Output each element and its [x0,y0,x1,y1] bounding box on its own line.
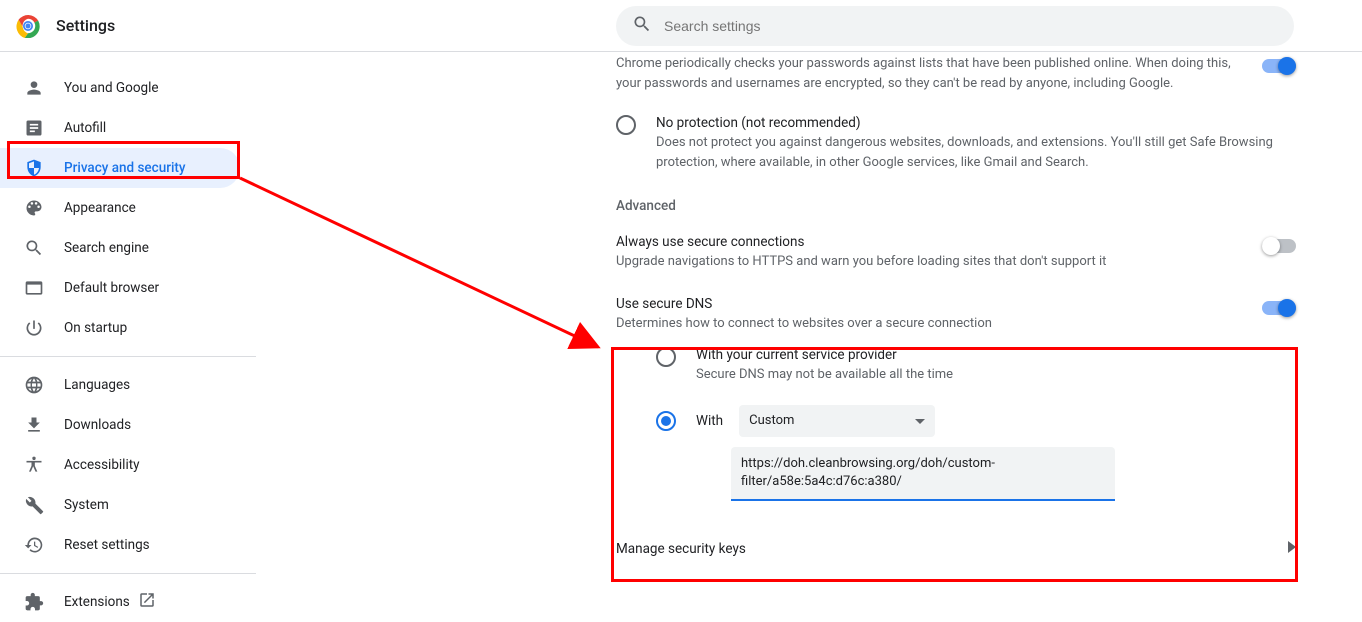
wrench-icon [24,495,44,515]
sidebar-item-label: Extensions [64,594,130,610]
sidebar-item-default-browser[interactable]: Default browser [0,268,240,308]
radio-icon [616,115,636,135]
sidebar-item-extensions[interactable]: Extensions [0,582,240,622]
sidebar-divider [0,356,256,357]
search-icon [24,238,44,258]
manage-security-keys[interactable]: Manage security keys [616,525,1296,573]
sidebar-item-label: Search engine [64,240,149,256]
sidebar-item-label: Default browser [64,280,159,296]
sidebar-item-label: Languages [64,377,130,393]
setting-desc: Determines how to connect to websites ov… [616,314,1246,334]
sidebar-item-label: Accessibility [64,457,140,473]
person-icon [24,78,44,98]
chevron-right-icon [1288,541,1296,557]
sidebar-item-label: On startup [64,320,127,336]
search-box[interactable] [616,6,1294,46]
restore-icon [24,535,44,555]
sidebar-item-languages[interactable]: Languages [0,365,240,405]
dns-custom-url-input[interactable] [731,447,1115,501]
sidebar-item-label: Downloads [64,417,131,433]
search-input[interactable] [664,18,1278,34]
setting-title: Use secure DNS [616,296,1246,312]
setting-title: No protection (not recommended) [656,115,1296,131]
main: You and Google Autofill Privacy and secu… [0,52,1362,622]
sidebar-item-label: Privacy and security [64,160,186,176]
radio-icon [656,411,676,431]
radio-dns-current-provider[interactable]: With your current service provider Secur… [656,337,1296,395]
setting-password-check: Chrome periodically checks your password… [616,52,1296,105]
sidebar: You and Google Autofill Privacy and secu… [0,52,256,622]
sidebar-item-you-and-google[interactable]: You and Google [0,68,240,108]
sidebar-item-appearance[interactable]: Appearance [0,188,240,228]
setting-secure-connections: Always use secure connections Upgrade na… [616,222,1296,284]
sidebar-item-on-startup[interactable]: On startup [0,308,240,348]
page-title: Settings [56,16,115,35]
sidebar-item-label: You and Google [64,80,159,96]
setting-desc: Secure DNS may not be available all the … [696,365,1296,385]
browser-icon [24,278,44,298]
setting-title: Always use secure connections [616,234,1246,250]
accessibility-icon [24,455,44,475]
dns-provider-select[interactable]: Custom [739,405,935,437]
autofill-icon [24,118,44,138]
setting-desc: Upgrade navigations to HTTPS and warn yo… [616,252,1246,272]
external-link-icon [138,591,156,613]
setting-secure-dns: Use secure DNS Determines how to connect… [616,284,1296,338]
shield-icon [24,158,44,178]
toggle-password-check[interactable] [1262,56,1296,76]
sidebar-item-accessibility[interactable]: Accessibility [0,445,240,485]
row-label: Manage security keys [616,541,746,557]
content: Chrome periodically checks your password… [256,52,1362,622]
sidebar-item-privacy-security[interactable]: Privacy and security [0,148,240,188]
advanced-section-label: Advanced [616,182,1296,222]
toggle-secure-connections[interactable] [1262,236,1296,256]
download-icon [24,415,44,435]
header: Settings [0,0,1362,52]
chrome-logo-icon [16,14,40,38]
globe-icon [24,375,44,395]
setting-desc: Chrome periodically checks your password… [616,54,1246,93]
sidebar-item-system[interactable]: System [0,485,240,525]
sidebar-item-search-engine[interactable]: Search engine [0,228,240,268]
toggle-secure-dns[interactable] [1262,298,1296,318]
radio-no-protection[interactable]: No protection (not recommended) Does not… [616,105,1296,182]
sidebar-item-label: Autofill [64,120,106,136]
radio-dns-with[interactable]: With Custom [656,395,1296,447]
power-icon [24,318,44,338]
sidebar-item-reset-settings[interactable]: Reset settings [0,525,240,565]
sidebar-item-label: Appearance [64,200,136,216]
sidebar-item-label: Reset settings [64,537,150,553]
select-value: Custom [749,413,794,428]
search-icon [632,14,664,38]
sidebar-divider [0,573,256,574]
setting-title: With your current service provider [696,347,1296,363]
extensions-icon [24,592,44,612]
setting-desc: Does not protect you against dangerous w… [656,133,1296,172]
sidebar-item-autofill[interactable]: Autofill [0,108,240,148]
radio-icon [656,347,676,367]
sidebar-item-downloads[interactable]: Downloads [0,405,240,445]
with-label: With [696,413,723,429]
dropdown-icon [915,413,925,428]
palette-icon [24,198,44,218]
sidebar-item-label: System [64,497,109,513]
